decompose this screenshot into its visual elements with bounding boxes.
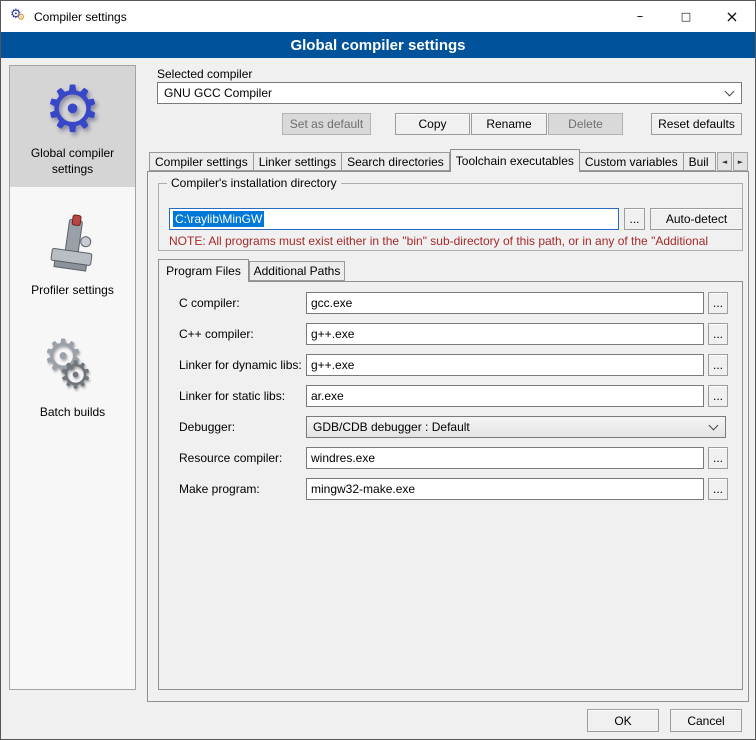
dialog-header: Global compiler settings	[1, 32, 755, 58]
row-resource-compiler: Resource compiler: ...	[159, 447, 742, 469]
sidebar-item-global-compiler-settings[interactable]: ⚙ Global compiler settings	[10, 66, 135, 187]
compiler-settings-window: ⚙ ⚙ Compiler settings – □ × Global compi…	[0, 0, 756, 740]
resource-compiler-input[interactable]	[306, 447, 704, 469]
selected-compiler-label: Selected compiler	[157, 67, 252, 81]
tab-compiler-settings[interactable]: Compiler settings	[149, 152, 254, 171]
sidebar-item-label: Profiler settings	[12, 283, 133, 301]
profiler-tool-icon	[12, 209, 133, 283]
installation-directory-groupbox: Compiler's installation directory C:\ray…	[158, 183, 743, 251]
program-files-panel: C compiler: ... C++ compiler: ... Linker…	[158, 281, 743, 690]
row-linker-static: Linker for static libs: ...	[159, 385, 742, 407]
row-c-compiler: C compiler: ...	[159, 292, 742, 314]
sidebar-item-label: Batch builds	[12, 405, 133, 423]
row-debugger: Debugger: GDB/CDB debugger : Default	[159, 416, 742, 438]
sidebar-item-label: Global compiler settings	[12, 146, 133, 179]
groupbox-title: Compiler's installation directory	[167, 176, 341, 190]
resource-compiler-label: Resource compiler:	[179, 447, 282, 469]
cpp-compiler-label: C++ compiler:	[179, 323, 254, 345]
tab-toolchain-executables[interactable]: Toolchain executables	[450, 149, 580, 172]
browse-c-compiler-button[interactable]: ...	[708, 292, 728, 314]
auto-detect-button[interactable]: Auto-detect	[650, 208, 743, 230]
left-arrow-icon: ◄	[722, 158, 727, 166]
browse-linker-dynamic-button[interactable]: ...	[708, 354, 728, 376]
c-compiler-input[interactable]	[306, 292, 704, 314]
cancel-button[interactable]: Cancel	[670, 709, 742, 732]
app-icon: ⚙ ⚙	[10, 9, 26, 25]
selected-text: C:\raylib\MinGW	[173, 211, 264, 227]
tab-scroll-left-button[interactable]: ◄	[717, 152, 732, 171]
browse-cpp-compiler-button[interactable]: ...	[708, 323, 728, 345]
c-compiler-label: C compiler:	[179, 292, 240, 314]
tab-scroll-right-button[interactable]: ►	[733, 152, 748, 171]
maximize-icon: □	[681, 10, 691, 23]
linker-dynamic-label: Linker for dynamic libs:	[179, 354, 302, 376]
blue-gear-icon: ⚙	[12, 72, 133, 146]
tab-build-options-clipped[interactable]: Buil	[684, 152, 716, 171]
row-cpp-compiler: C++ compiler: ...	[159, 323, 742, 345]
reset-defaults-button[interactable]: Reset defaults	[651, 113, 742, 135]
cpp-compiler-input[interactable]	[306, 323, 704, 345]
linker-static-label: Linker for static libs:	[179, 385, 285, 407]
debugger-value: GDB/CDB debugger : Default	[313, 420, 470, 434]
close-button[interactable]: ×	[709, 1, 755, 32]
linker-dynamic-input[interactable]	[306, 354, 704, 376]
sidebar: ⚙ Global compiler settings Profiler sett…	[9, 65, 136, 690]
subtab-program-files[interactable]: Program Files	[158, 259, 249, 282]
installation-directory-input[interactable]: C:\raylib\MinGW	[169, 208, 619, 230]
sidebar-item-batch-builds[interactable]: ⚙⚙ Batch builds	[10, 325, 135, 431]
make-program-input[interactable]	[306, 478, 704, 500]
ok-button[interactable]: OK	[587, 709, 659, 732]
browse-make-program-button[interactable]: ...	[708, 478, 728, 500]
maximize-button[interactable]: □	[663, 1, 709, 32]
row-make-program: Make program: ...	[159, 478, 742, 500]
selected-compiler-dropdown[interactable]: GNU GCC Compiler	[157, 82, 742, 104]
app-gear-small-icon: ⚙	[17, 13, 25, 22]
make-program-label: Make program:	[179, 478, 260, 500]
selected-compiler-value: GNU GCC Compiler	[164, 86, 272, 100]
row-linker-dynamic: Linker for dynamic libs: ...	[159, 354, 742, 376]
toolchain-executables-panel: Compiler's installation directory C:\ray…	[147, 171, 749, 702]
right-arrow-icon: ►	[738, 158, 743, 166]
chevron-down-icon	[709, 421, 719, 431]
chevron-down-icon	[725, 87, 735, 97]
minimize-icon: –	[637, 9, 644, 24]
tab-linker-settings[interactable]: Linker settings	[254, 152, 342, 171]
tab-strip: Compiler settings Linker settings Search…	[149, 149, 716, 172]
subtab-additional-paths[interactable]: Additional Paths	[249, 261, 345, 281]
sidebar-item-profiler-settings[interactable]: Profiler settings	[10, 203, 135, 309]
note-text: NOTE: All programs must exist either in …	[169, 234, 741, 248]
minimize-button[interactable]: –	[617, 1, 663, 32]
tab-search-directories[interactable]: Search directories	[342, 152, 450, 171]
debugger-select[interactable]: GDB/CDB debugger : Default	[306, 416, 726, 438]
caption-buttons: – □ ×	[617, 1, 755, 32]
titlebar: ⚙ ⚙ Compiler settings – □ ×	[1, 1, 755, 32]
browse-linker-static-button[interactable]: ...	[708, 385, 728, 407]
linker-static-input[interactable]	[306, 385, 704, 407]
close-icon: ×	[725, 7, 738, 26]
window-title: Compiler settings	[34, 10, 127, 24]
rename-button[interactable]: Rename	[471, 113, 547, 135]
copy-button[interactable]: Copy	[395, 113, 470, 135]
browse-install-dir-button[interactable]: ...	[624, 208, 645, 230]
debugger-label: Debugger:	[179, 416, 235, 438]
delete-button[interactable]: Delete	[548, 113, 623, 135]
browse-resource-compiler-button[interactable]: ...	[708, 447, 728, 469]
tab-custom-variables[interactable]: Custom variables	[580, 152, 684, 171]
gray-gears-icon: ⚙⚙	[12, 331, 133, 405]
set-as-default-button[interactable]: Set as default	[282, 113, 371, 135]
